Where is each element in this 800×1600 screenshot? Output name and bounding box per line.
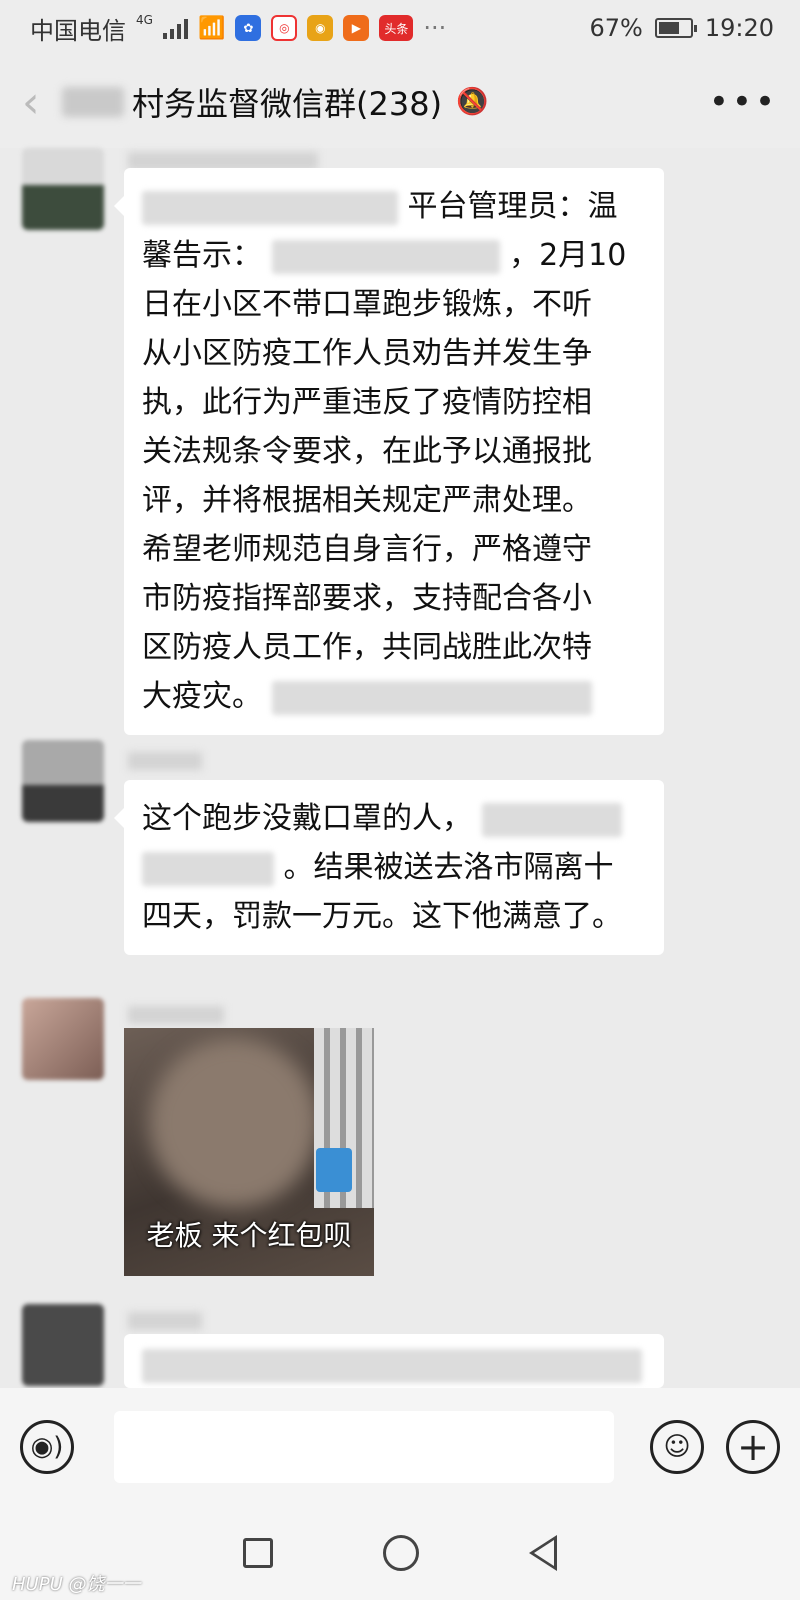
clock: 19:20 xyxy=(704,14,774,42)
redacted-text xyxy=(142,190,398,225)
redacted-text xyxy=(142,851,274,886)
message-bubble[interactable]: 平台管理员：温 馨告示： ，2月10 日在小区不带口罩跑步锻炼，不听 从小区防疫… xyxy=(114,168,664,735)
message-text: 从小区防疫工作人员劝告并发生争 xyxy=(142,336,592,371)
voice-icon[interactable]: ◉) xyxy=(20,1420,74,1474)
message-text: 馨告示： xyxy=(142,238,262,273)
sticker-image[interactable]: 老板 来个红包呗 xyxy=(124,1028,374,1276)
toutiao-icon: 头条 xyxy=(379,15,414,41)
message-bubble[interactable] xyxy=(124,1334,664,1388)
battery-icon xyxy=(654,18,697,38)
message-text: 希望老师规范自身言行，严格遵守 xyxy=(142,532,592,567)
message-input[interactable] xyxy=(114,1411,614,1483)
video-icon: ▶ xyxy=(343,15,370,41)
message-text: ，2月10 xyxy=(509,238,627,273)
browser-icon: ◎ xyxy=(271,15,298,41)
message-text: 四天，罚款一万元。这下他满意了。 xyxy=(142,899,622,934)
weibo-icon: ◉ xyxy=(307,15,334,41)
watermark: HUPU @饶一一 xyxy=(12,1574,141,1595)
more-options-button[interactable]: ••• xyxy=(709,82,778,122)
plus-icon[interactable]: + xyxy=(726,1420,780,1474)
status-bar: 中国电信 4G 📶 ✿ ◎ ◉ ▶ 头条 ··· 67% 19:20 xyxy=(0,0,800,56)
signal-icon xyxy=(162,17,188,39)
message-bubble[interactable]: 这个跑步没戴口罩的人， 。结果被送去洛市隔离十 四天，罚款一万元。这下他满意了。 xyxy=(114,780,664,955)
message-text: 市防疫指挥部要求，支持配合各小 xyxy=(142,581,592,616)
network-type: 4G xyxy=(136,13,153,27)
avatar[interactable] xyxy=(22,998,104,1080)
more-notifications: ··· xyxy=(423,14,447,42)
message-text: 区防疫人员工作，共同战胜此次特 xyxy=(142,630,592,665)
chat-header: ‹ 村务监督微信群(238) 🔕 ••• xyxy=(0,56,800,148)
blurred-name xyxy=(62,87,124,117)
avatar[interactable] xyxy=(22,740,104,822)
baidu-icon: ✿ xyxy=(235,15,262,41)
message-text: 这个跑步没戴口罩的人， xyxy=(142,801,472,836)
sender-name xyxy=(128,1006,224,1024)
redacted-text xyxy=(271,680,592,715)
chat-area[interactable]: 平台管理员：温 馨告示： ，2月10 日在小区不带口罩跑步锻炼，不听 从小区防疫… xyxy=(0,148,800,1388)
message-text: 日在小区不带口罩跑步锻炼，不听 xyxy=(142,287,592,322)
message-text: 。结果被送去洛市隔离十 xyxy=(283,850,614,885)
back-arrow-icon[interactable]: ‹ xyxy=(22,77,62,128)
message-text: 关法规条令要求，在此予以通报批 xyxy=(142,434,592,469)
message-text: 执，此行为严重违反了疫情防控相 xyxy=(142,385,592,420)
chat-title: 村务监督微信群(238) xyxy=(132,85,443,123)
bucket-graphic xyxy=(316,1148,352,1192)
message-text: 评，并将根据相关规定严肃处理。 xyxy=(142,483,592,518)
sender-name xyxy=(128,1312,202,1330)
triangle-back-icon[interactable] xyxy=(529,1535,557,1571)
wifi-icon: 📶 xyxy=(197,15,226,41)
bell-muted-icon: 🔕 xyxy=(456,87,489,117)
input-bar: ◉) ☺ + xyxy=(0,1388,800,1506)
battery-percent: 67% xyxy=(589,14,643,42)
avatar[interactable] xyxy=(22,1304,104,1386)
square-icon[interactable] xyxy=(243,1538,273,1568)
redacted-text xyxy=(271,239,500,274)
redacted-text xyxy=(142,1348,642,1383)
avatar[interactable] xyxy=(22,148,104,230)
carrier-label: 中国电信 xyxy=(30,16,126,45)
redacted-text xyxy=(481,802,622,837)
blurred-face xyxy=(149,1038,319,1208)
message-text: 平台管理员：温 xyxy=(407,189,618,224)
sticker-caption: 老板 来个红包呗 xyxy=(146,1219,352,1252)
sender-name xyxy=(128,752,202,770)
circle-icon[interactable] xyxy=(383,1535,419,1571)
message-text: 大疫灾。 xyxy=(142,679,262,714)
emoji-icon[interactable]: ☺ xyxy=(650,1420,704,1474)
